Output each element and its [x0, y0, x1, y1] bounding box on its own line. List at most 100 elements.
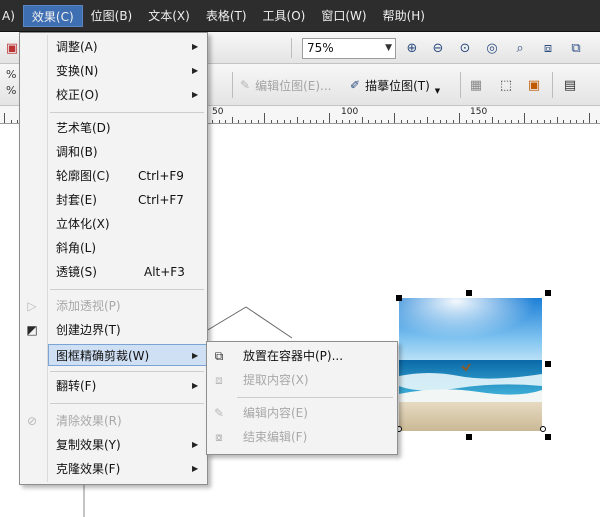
- ruler-tick: [309, 120, 311, 123]
- zoom-out-icon[interactable]: ⊖: [428, 38, 448, 58]
- zoom-page-icon[interactable]: ⌕: [510, 38, 530, 58]
- menu-item-adjust[interactable]: 调整(A) ▶: [20, 36, 207, 58]
- toolbar-separator: [291, 38, 292, 58]
- edit-contents-icon: ✎: [213, 406, 225, 420]
- menu-item-clone-effect[interactable]: 克隆效果(F) ▶: [20, 458, 207, 480]
- selection-handle[interactable]: [466, 434, 472, 440]
- menu-item-correction[interactable]: 校正(O) ▶: [20, 84, 207, 106]
- menu-item-label: 斜角(L): [56, 241, 97, 255]
- menu-tools[interactable]: 工具(O): [255, 5, 314, 27]
- ruler-tick: [387, 120, 389, 123]
- menu-item-extract-contents[interactable]: ⧈ 提取内容(X): [207, 369, 397, 391]
- triangle-shape-edge: [205, 306, 247, 332]
- bitmap-color-mask-icon[interactable]: ▣: [524, 75, 544, 95]
- menu-item-extrude[interactable]: 立体化(X): [20, 213, 207, 235]
- ruler-tick: [498, 120, 499, 123]
- menu-item-label: 提取内容(X): [243, 373, 309, 387]
- menu-item-envelope[interactable]: 封套(E) Ctrl+F7: [20, 189, 207, 211]
- menu-bitmaps[interactable]: 位图(B): [83, 5, 141, 27]
- zoom-all-icon[interactable]: ◎: [482, 38, 502, 58]
- menu-item-transform[interactable]: 变换(N) ▶: [20, 60, 207, 82]
- selection-handle[interactable]: [545, 361, 551, 367]
- menu-item-contour[interactable]: 轮廓图(C) Ctrl+F9: [20, 165, 207, 187]
- ruler-tick: [225, 120, 226, 123]
- resample-icon[interactable]: ⬚: [496, 75, 516, 95]
- menu-help[interactable]: 帮助(H): [375, 5, 433, 27]
- ruler-tick: [361, 117, 363, 123]
- ruler-tick: [10, 120, 12, 123]
- menu-table[interactable]: 表格(T): [198, 5, 255, 27]
- menu-item-blend[interactable]: 调和(B): [20, 141, 207, 163]
- edit-bitmap-label: 编辑位图(E)...: [255, 78, 332, 93]
- beach-photo[interactable]: [399, 298, 542, 431]
- trace-bitmap-button[interactable]: ✐ 描摹位图(T) ▼: [350, 74, 440, 96]
- triangle-shape-edge: [245, 306, 293, 339]
- menu-item-copy-effect[interactable]: 复制效果(Y) ▶: [20, 434, 207, 456]
- zoom-selected-icon[interactable]: ⊙: [455, 38, 475, 58]
- zoom-level-select[interactable]: 75% ▼: [302, 38, 396, 59]
- selection-handle[interactable]: [466, 290, 472, 296]
- ruler-tick: [290, 120, 291, 123]
- menu-layout[interactable]: A): [0, 5, 23, 27]
- zoom-height-icon[interactable]: ⧉: [566, 38, 586, 58]
- ruler-tick: [368, 120, 369, 123]
- menu-item-artistic-media[interactable]: 艺术笔(D): [20, 117, 207, 139]
- menu-item-edit-contents[interactable]: ✎ 编辑内容(E): [207, 402, 397, 424]
- submenu-arrow-icon: ▶: [192, 464, 199, 473]
- menu-item-label: 清除效果(R): [56, 414, 122, 428]
- menu-item-clear-effect[interactable]: ⊘ 清除效果(R): [20, 410, 207, 432]
- menu-item-shortcut: Ctrl+F7: [138, 193, 184, 207]
- chevron-down-icon: ▼: [434, 87, 441, 95]
- menu-item-label: 轮廓图(C): [56, 169, 110, 183]
- menu-item-add-perspective[interactable]: ▷ 添加透视(P): [20, 295, 207, 317]
- menu-window[interactable]: 窗口(W): [313, 5, 374, 27]
- menu-item-powerclip[interactable]: 图框精确剪裁(W) ▶: [48, 344, 207, 366]
- selection-handle[interactable]: [396, 295, 402, 301]
- crop-bitmap-icon[interactable]: ▦: [466, 75, 486, 95]
- ruler-tick: [472, 120, 473, 123]
- menu-item-create-boundary[interactable]: ◩ 创建边界(T): [20, 319, 207, 341]
- ruler-tick: [569, 120, 571, 123]
- effects-menu: 调整(A) ▶ 变换(N) ▶ 校正(O) ▶ 艺术笔(D) 调和(B) 轮廓图…: [19, 32, 208, 485]
- ruler-tick: [439, 120, 441, 123]
- ruler-tick: [277, 120, 278, 123]
- menu-text[interactable]: 文本(X): [140, 5, 198, 27]
- ruler-tick: [576, 120, 577, 123]
- ruler-tick: [543, 120, 545, 123]
- submenu-arrow-icon: ▶: [192, 42, 199, 51]
- toolbar-separator: [460, 72, 461, 98]
- menu-item-finish-editing[interactable]: ⧇ 结束编辑(F): [207, 426, 397, 448]
- options-icon[interactable]: ▤: [560, 75, 580, 95]
- ruler-tick: [556, 117, 558, 123]
- ruler-tick: [348, 120, 350, 123]
- perspective-icon: ▷: [27, 299, 37, 313]
- menu-item-shortcut: Alt+F3: [144, 265, 185, 279]
- selection-handle[interactable]: [540, 426, 546, 432]
- ruler-tick: [491, 117, 493, 123]
- ruler-tick: [316, 120, 317, 123]
- ruler-tick: [355, 120, 356, 123]
- menu-item-flip[interactable]: 翻转(F) ▶: [20, 375, 207, 397]
- menu-item-label: 透镜(S): [56, 265, 97, 279]
- zoom-in-icon[interactable]: ⊕: [402, 38, 422, 58]
- menu-item-place-in-container[interactable]: ⧉ 放置在容器中(P)...: [207, 345, 397, 367]
- finish-editing-icon: ⧇: [215, 430, 223, 444]
- menu-item-label: 复制效果(Y): [56, 438, 121, 452]
- selection-handle[interactable]: [545, 290, 551, 296]
- ruler-tick: [582, 120, 584, 123]
- ruler-tick: [303, 120, 304, 123]
- zoom-width-icon[interactable]: ⧈: [538, 38, 558, 58]
- menu-item-lens[interactable]: 透镜(S) Alt+F3: [20, 261, 207, 283]
- menu-item-label: 添加透视(P): [56, 299, 121, 313]
- selection-handle[interactable]: [545, 434, 551, 440]
- edit-bitmap-button[interactable]: ✎ 编辑位图(E)...: [240, 74, 331, 96]
- menu-item-bevel[interactable]: 斜角(L): [20, 237, 207, 259]
- ruler-label: 100: [341, 107, 359, 117]
- ruler-tick: [394, 113, 395, 123]
- ruler-tick: [4, 113, 5, 123]
- ruler-tick: [342, 120, 343, 123]
- zoom-level-value: 75%: [307, 41, 334, 55]
- menu-effects[interactable]: 效果(C): [22, 4, 83, 27]
- menu-item-label: 立体化(X): [56, 217, 110, 231]
- property-glyph: %: [6, 68, 17, 81]
